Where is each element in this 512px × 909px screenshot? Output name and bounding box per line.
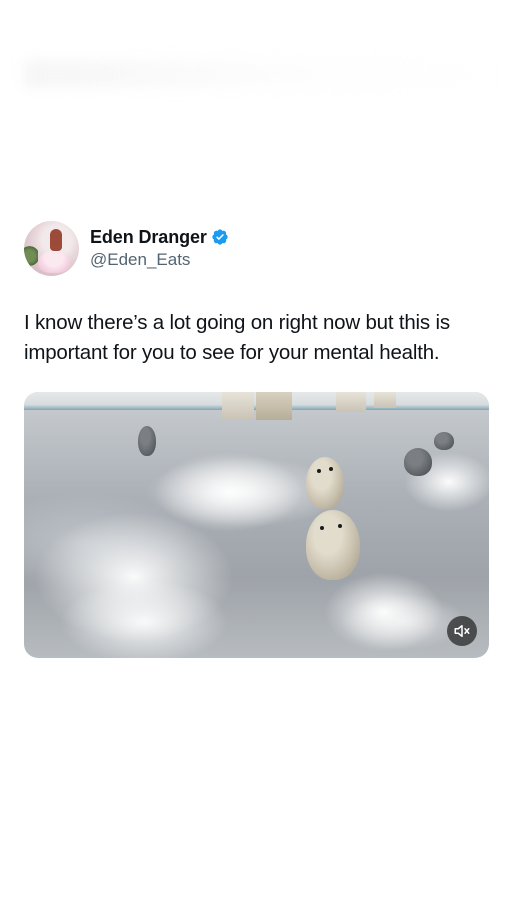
seal-eye: [338, 524, 342, 528]
tweet-text: I know there’s a lot going on right now …: [24, 311, 450, 364]
seal-body: [306, 510, 360, 580]
verified-badge-icon: [212, 229, 228, 245]
author-display-name[interactable]: Eden Dranger: [90, 227, 207, 248]
seal-body: [138, 426, 156, 456]
avatar[interactable]: [24, 220, 79, 276]
avatar-hair: [50, 228, 62, 251]
author-handle[interactable]: @Eden_Eats: [90, 250, 229, 270]
video-pillar: [256, 392, 292, 420]
video-pillar: [222, 392, 254, 420]
tweet-author[interactable]: Eden Dranger @Eden_Eats: [24, 218, 488, 278]
author-names: Eden Dranger @Eden_Eats: [90, 227, 229, 270]
mute-button[interactable]: [447, 616, 477, 646]
display-name-row: Eden Dranger: [90, 227, 229, 248]
seal-eye: [329, 467, 333, 471]
speaker-muted-icon: [454, 625, 470, 637]
seal-body: [404, 448, 432, 476]
video-splash: [154, 452, 304, 532]
video-splash: [324, 572, 444, 652]
seal-body: [306, 457, 344, 509]
seal-eye: [320, 526, 324, 530]
avatar-dress: [38, 250, 70, 273]
tweet-card[interactable]: Eden Dranger @Eden_Eats I know there’s a…: [24, 218, 488, 364]
avatar-foliage: [24, 244, 38, 267]
video-splash: [34, 512, 234, 642]
video-pillar: [336, 392, 366, 412]
video-pillar: [374, 392, 396, 408]
seal-body: [434, 432, 454, 450]
tweet-video[interactable]: [24, 392, 489, 658]
seal-eye: [317, 469, 321, 473]
blurred-header-bar: [24, 60, 494, 88]
